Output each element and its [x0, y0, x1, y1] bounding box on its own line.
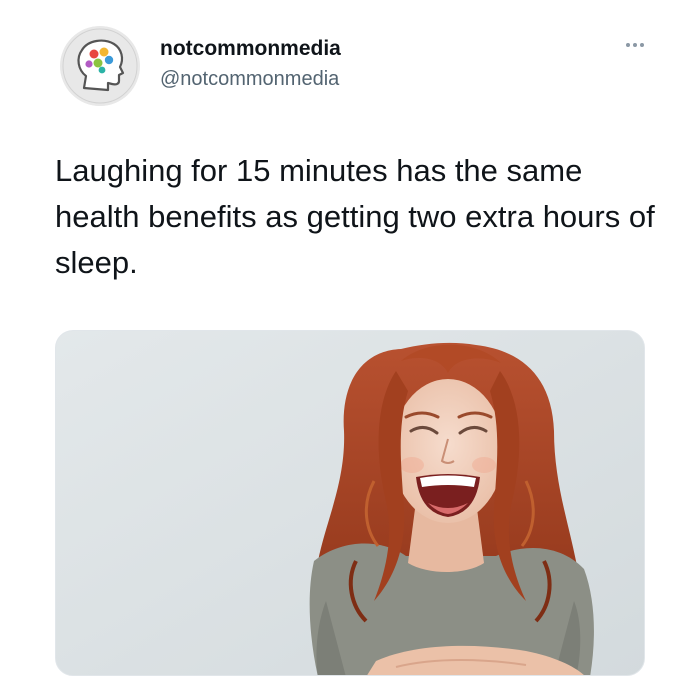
- author-handle[interactable]: @notcommonmedia: [160, 66, 341, 92]
- tweet-text: Laughing for 15 minutes has the same hea…: [55, 153, 655, 280]
- more-options-icon[interactable]: [620, 38, 650, 52]
- avatar[interactable]: [60, 26, 140, 106]
- tweet-header: notcommonmedia @notcommonmedia: [60, 26, 650, 106]
- more-dot: [640, 43, 644, 47]
- laughing-woman-photo: [56, 331, 644, 675]
- author-display-name[interactable]: notcommonmedia: [160, 36, 341, 62]
- more-dot: [626, 43, 630, 47]
- head-profile-logo-icon: [60, 26, 140, 106]
- author-names: notcommonmedia @notcommonmedia: [160, 36, 341, 92]
- tweet-photo[interactable]: [55, 330, 645, 676]
- tweet-card: notcommonmedia @notcommonmedia Laughing …: [0, 0, 700, 700]
- more-dot: [633, 43, 637, 47]
